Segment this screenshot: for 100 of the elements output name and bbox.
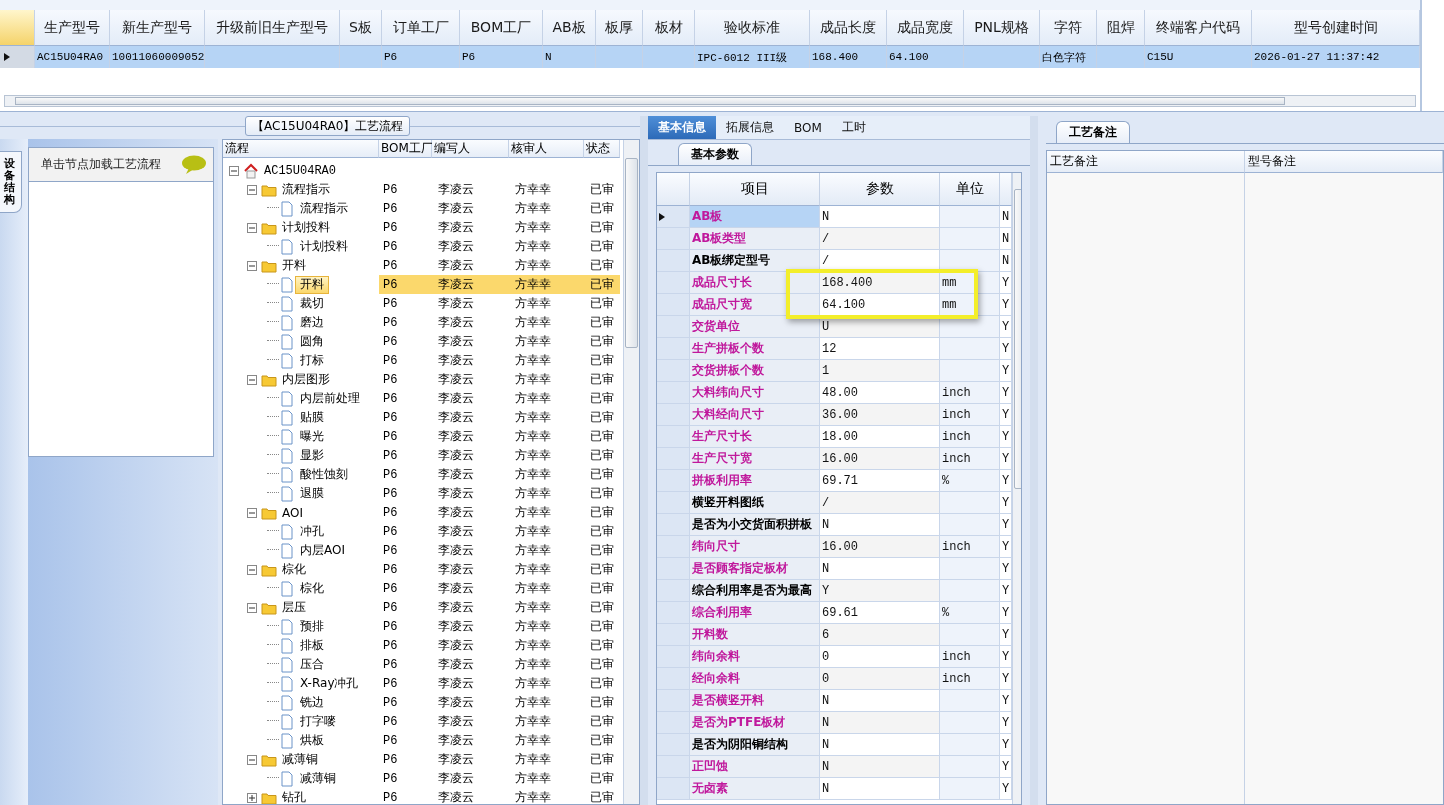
tree-node[interactable]: 冲孔 [295, 522, 329, 541]
tree-node[interactable]: 棕化 [277, 560, 311, 579]
tab[interactable]: 工艺备注 [1056, 121, 1130, 143]
value-cell[interactable]: 1 [820, 360, 940, 381]
value-cell[interactable]: 36.00 [820, 404, 940, 425]
column-header[interactable]: AB板 [543, 10, 596, 46]
table-row[interactable]: 综合利用率是否为最高 Y Y [657, 580, 1012, 602]
table-row[interactable]: 大料纬向尺寸 48.00 inch Y [657, 382, 1012, 404]
table-row[interactable]: 生产尺寸长 18.00 inch Y [657, 426, 1012, 448]
column-header[interactable]: S板 [340, 10, 382, 46]
tree-node[interactable]: 打字嘜 [295, 712, 341, 731]
tree-node[interactable]: 烘板 [295, 731, 329, 750]
column-header[interactable]: BOM工厂 [460, 10, 543, 46]
tree-node[interactable]: 流程指示 [277, 180, 335, 199]
table-row[interactable]: 大料经向尺寸 36.00 inch Y [657, 404, 1012, 426]
value-cell[interactable]: 168.400 [820, 272, 940, 293]
tree-node[interactable]: 内层AOI [295, 541, 350, 560]
value-cell[interactable]: 69.61 [820, 602, 940, 623]
column-header[interactable]: 生产型号 [35, 10, 110, 46]
value-cell[interactable]: N [820, 734, 940, 755]
column-header[interactable]: 验收标准 [695, 10, 810, 46]
value-cell[interactable]: N [820, 756, 940, 777]
table-row[interactable]: 是否为小交货面积拼板 N Y [657, 514, 1012, 536]
value-cell[interactable]: N [820, 558, 940, 579]
tree-node[interactable]: 压合 [295, 655, 329, 674]
column-header[interactable]: 终端客户代码 [1145, 10, 1252, 46]
table-row[interactable]: 纬向尺寸 16.00 inch Y [657, 536, 1012, 558]
vertical-tab[interactable]: 设备结构 [0, 151, 22, 214]
column-header[interactable]: 升级前旧生产型号 [205, 10, 340, 46]
column-header[interactable]: 编写人 [432, 140, 509, 158]
column-header[interactable]: 订单工厂 [382, 10, 460, 46]
tree-node[interactable]: X-Ray冲孔 [295, 674, 364, 693]
value-cell[interactable]: 48.00 [820, 382, 940, 403]
tree-node[interactable]: 层压 [277, 598, 311, 617]
table-row[interactable]: AB板类型 / N [657, 228, 1012, 250]
table-row[interactable]: 正凹蚀 N Y [657, 756, 1012, 778]
column-header[interactable]: BOM工厂 [379, 140, 432, 158]
table-row[interactable]: 生产尺寸宽 16.00 inch Y [657, 448, 1012, 470]
tree-node[interactable]: 排板 [295, 636, 329, 655]
tree-node[interactable]: AOI [277, 503, 308, 522]
tree-node[interactable]: 减薄铜 [295, 769, 341, 788]
vertical-scrollbar[interactable] [623, 140, 639, 804]
column-header[interactable] [1000, 173, 1012, 206]
value-cell[interactable]: N [820, 206, 940, 227]
tab[interactable]: 基本参数 [678, 143, 752, 165]
column-header[interactable]: 阻焊 [1097, 10, 1145, 46]
value-cell[interactable]: N [820, 778, 940, 799]
value-cell[interactable]: Y [820, 580, 940, 601]
value-cell[interactable]: 16.00 [820, 536, 940, 557]
tree-node[interactable]: 棕化 [295, 579, 329, 598]
tree-node[interactable]: 预排 [295, 617, 329, 636]
table-row[interactable]: AB板 N N [657, 206, 1012, 228]
table-row[interactable]: 纬向余料 0 inch Y [657, 646, 1012, 668]
table-row[interactable]: 交货拼板个数 1 Y [657, 360, 1012, 382]
table-row[interactable]: 开料数 6 Y [657, 624, 1012, 646]
table-row[interactable]: 横竖开料图纸 / Y [657, 492, 1012, 514]
value-cell[interactable]: N [820, 514, 940, 535]
table-row[interactable]: 交货单位 U Y [657, 316, 1012, 338]
tree-node[interactable]: 内层图形 [277, 370, 335, 389]
table-row[interactable]: 是否为PTFE板材 N Y [657, 712, 1012, 734]
splitter[interactable] [1030, 116, 1038, 805]
column-header[interactable]: 成品长度 [810, 10, 887, 46]
tree-node[interactable]: 流程指示 [295, 199, 353, 218]
tree-node[interactable]: 圆角 [295, 332, 329, 351]
tree-node[interactable]: 计划投料 [277, 218, 335, 237]
tree-node[interactable]: 内层前处理 [295, 389, 365, 408]
column-header[interactable]: 板材 [643, 10, 695, 46]
value-cell[interactable]: 69.71 [820, 470, 940, 491]
tree-node[interactable]: 开料 [277, 256, 311, 275]
value-cell[interactable]: / [820, 250, 940, 271]
column-header[interactable]: 成品宽度 [887, 10, 964, 46]
table-row[interactable]: 是否为阴阳铜结构 N Y [657, 734, 1012, 756]
tree-node[interactable]: 显影 [295, 446, 329, 465]
column-header[interactable]: 状态 [584, 140, 620, 158]
table-row[interactable]: 成品尺寸长 168.400 mm Y [657, 272, 1012, 294]
tab[interactable]: BOM [784, 116, 832, 139]
tree-node[interactable]: 贴膜 [295, 408, 329, 427]
table-row[interactable]: 无卤素 N Y [657, 778, 1012, 800]
tree-node[interactable]: 打标 [295, 351, 329, 370]
tree-node[interactable]: 开料 [295, 275, 329, 294]
tree-node[interactable]: 退膜 [295, 484, 329, 503]
table-row[interactable]: 经向余料 0 inch Y [657, 668, 1012, 690]
value-cell[interactable]: 18.00 [820, 426, 940, 447]
table-row[interactable]: 成品尺寸宽 64.100 mm Y [657, 294, 1012, 316]
tree-node[interactable]: 铣边 [295, 693, 329, 712]
tree-node[interactable]: AC15U04RA0 [259, 161, 341, 180]
column-header[interactable]: 单位 [940, 173, 1000, 206]
tab[interactable]: 基本信息 [648, 116, 716, 139]
tree-node[interactable]: 酸性蚀刻 [295, 465, 353, 484]
column-header[interactable]: 型号创建时间 [1252, 10, 1420, 46]
horizontal-scrollbar[interactable] [4, 95, 1416, 107]
table-row[interactable]: 综合利用率 69.61 % Y [657, 602, 1012, 624]
tab[interactable]: 拓展信息 [716, 116, 784, 139]
value-cell[interactable]: 12 [820, 338, 940, 359]
splitter[interactable] [640, 116, 648, 805]
value-cell[interactable]: 0 [820, 668, 940, 689]
column-header[interactable]: 流程 [223, 140, 379, 158]
column-header[interactable]: 参数 [820, 173, 940, 206]
value-cell[interactable]: N [820, 690, 940, 711]
column-header[interactable]: 工艺备注 [1047, 151, 1245, 173]
